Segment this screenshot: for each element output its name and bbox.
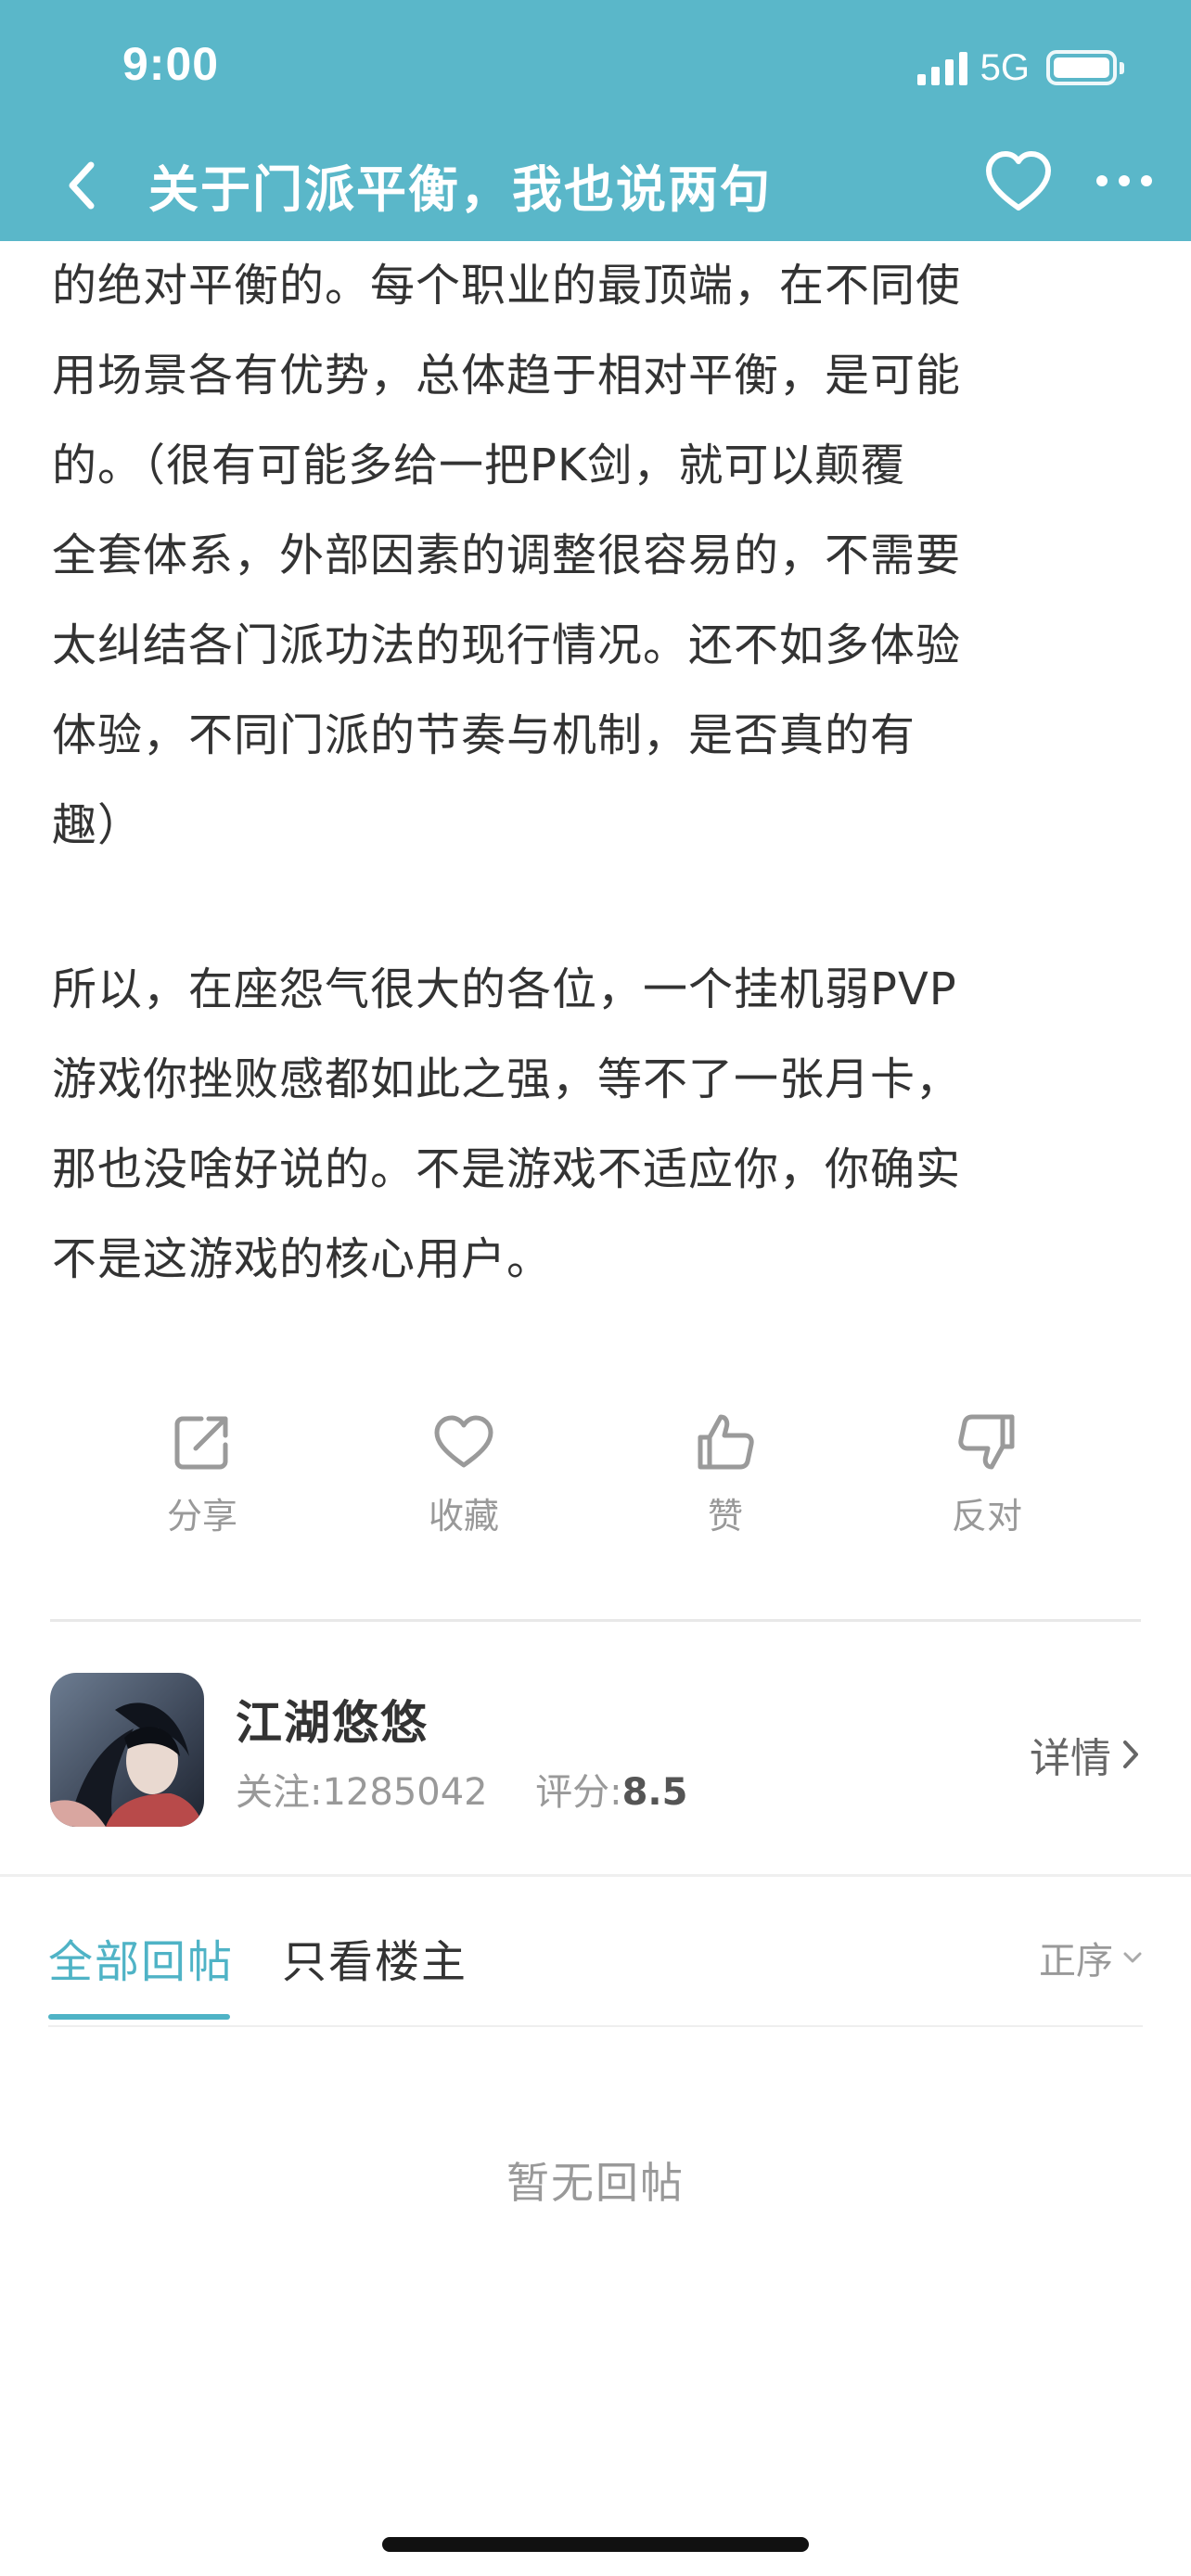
game-name: 江湖悠悠: [236, 1696, 429, 1750]
share-icon: [174, 1416, 228, 1470]
post-actions: 分享 收藏 赞 反对: [0, 1400, 1191, 1549]
followers-label: 关注:: [236, 1771, 323, 1814]
empty-replies-message: 暂无回帖: [506, 2158, 685, 2208]
tab-all-replies[interactable]: 全部回帖: [48, 1925, 234, 1990]
active-tab-indicator: [48, 2014, 230, 2020]
nav-bar: 关于门派平衡，我也说两句: [0, 130, 1191, 241]
text-line: 体验，不同门派的节奏与机制，是否真的有: [52, 709, 916, 761]
heart-icon[interactable]: [981, 141, 1056, 224]
text-line: 用场景各有优势，总体趋于相对平衡，是可能: [52, 350, 962, 402]
sort-dropdown[interactable]: 正序: [1039, 1931, 1143, 1984]
post-paragraph: 的绝对平衡的。每个职业的最顶端，在不同使 用场景各有优势，总体趋于相对平衡，是可…: [52, 241, 1139, 871]
rating-value: 8.5: [621, 1771, 688, 1814]
heart-icon: [434, 1415, 493, 1468]
text-line: 的绝对平衡的。每个职业的最顶端，在不同使: [52, 260, 962, 312]
like-button[interactable]: 赞: [651, 1400, 800, 1549]
more-icon[interactable]: [1091, 141, 1158, 224]
battery-icon: [1046, 50, 1124, 85]
home-indicator[interactable]: [382, 2537, 809, 2552]
text-line: 游戏你挫败感都如此之强，等不了一张月卡，: [52, 1053, 962, 1105]
page-title: 关于门派平衡，我也说两句: [148, 160, 772, 219]
chevron-down-icon: [1123, 1952, 1142, 1963]
game-detail-link[interactable]: 详情: [1030, 1725, 1141, 1784]
text-line: 趣）: [52, 799, 144, 851]
sort-label: 正序: [1039, 1940, 1113, 1983]
text-line: 全套体系，外部因素的调整很容易的，不需要: [52, 529, 962, 581]
detail-label: 详情: [1030, 1735, 1111, 1782]
thumbs-down-icon: [958, 1414, 1015, 1470]
post-content: 的绝对平衡的。每个职业的最顶端，在不同使 用场景各有优势，总体趋于相对平衡，是可…: [0, 241, 1191, 1335]
followers-count: 1285042: [322, 1771, 488, 1814]
game-card[interactable]: 江湖悠悠 关注:1285042 评分:8.5 详情: [0, 1632, 1191, 1873]
like-label: 赞: [707, 1496, 743, 1537]
text-line: 太纠结各门派功法的现行情况。还不如多体验: [52, 619, 962, 671]
back-icon[interactable]: [48, 137, 119, 230]
tab-op-only[interactable]: 只看楼主: [282, 1925, 467, 1990]
text-line: 那也没啥好说的。不是游戏不适应你，你确实: [52, 1143, 962, 1195]
signal-icon: [916, 50, 967, 85]
text-line: 所以，在座怨气很大的各位，一个挂机弱PVP: [52, 963, 957, 1015]
game-stats: 关注:1285042 评分:8.5: [236, 1762, 687, 1816]
share-button[interactable]: 分享: [128, 1400, 276, 1549]
thumbs-up-icon: [698, 1414, 754, 1470]
dislike-button[interactable]: 反对: [913, 1400, 1061, 1549]
status-bar: 9:00 5G: [0, 0, 1191, 130]
status-indicators: 5G: [916, 45, 1124, 91]
favorite-button[interactable]: 收藏: [390, 1400, 538, 1549]
tabs-divider: [48, 2025, 1143, 2027]
text-line: 的。（很有可能多给一把PK剑，就可以颠覆: [52, 440, 906, 491]
favorite-label: 收藏: [428, 1496, 499, 1537]
post-paragraph: 所以，在座怨气很大的各位，一个挂机弱PVP 游戏你挫败感都如此之强，等不了一张月…: [52, 945, 1139, 1305]
reply-tabs: 全部回帖 只看楼主 正序: [0, 1877, 1191, 2025]
game-icon: [50, 1673, 204, 1827]
divider: [50, 1619, 1141, 1622]
status-time: 9:00: [122, 38, 220, 90]
rating-label: 评分:: [535, 1771, 622, 1814]
share-label: 分享: [166, 1496, 237, 1537]
network-label: 5G: [980, 46, 1030, 88]
chevron-right-icon: [1123, 1741, 1138, 1768]
text-line: 不是这游戏的核心用户。: [52, 1233, 553, 1285]
top-header: 9:00 5G 关于门派平衡，我也说两句: [0, 0, 1191, 241]
dislike-label: 反对: [951, 1496, 1022, 1537]
